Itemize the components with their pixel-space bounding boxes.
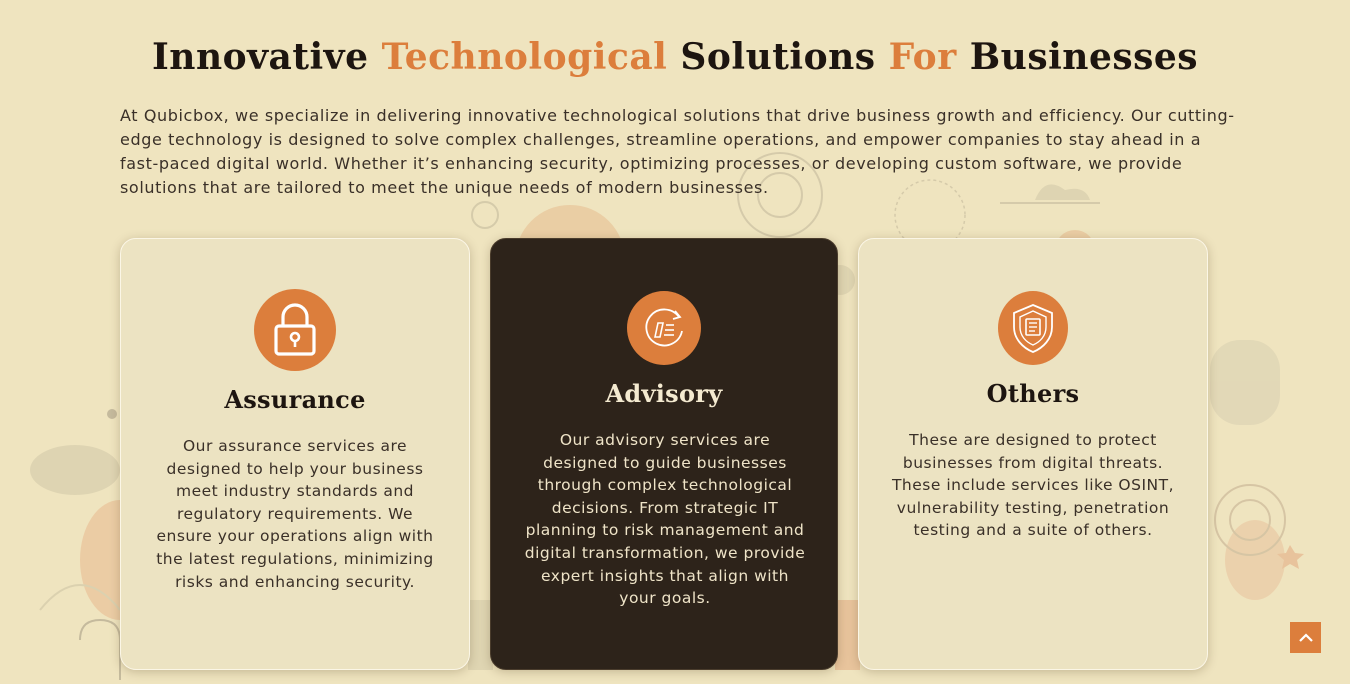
- scroll-to-top-button[interactable]: [1290, 622, 1321, 653]
- chevron-up-icon: [1298, 632, 1313, 642]
- shield-document-icon: [998, 291, 1068, 365]
- heading-word-for: For: [888, 36, 957, 78]
- lock-icon: [254, 289, 336, 371]
- card-title: Advisory: [605, 379, 723, 408]
- document-refresh-icon: [627, 291, 701, 365]
- heading-word-businesses: Businesses: [969, 36, 1199, 78]
- heading-word-solutions: Solutions: [680, 36, 876, 78]
- card-title: Assurance: [224, 385, 366, 414]
- service-card-assurance: Assurance Our assurance services are des…: [120, 238, 470, 670]
- card-description: Our assurance services are designed to h…: [156, 437, 434, 591]
- service-card-others: Others These are designed to protect bus…: [858, 238, 1208, 670]
- intro-paragraph: At Qubicbox, we specialize in delivering…: [120, 106, 1235, 197]
- heading-word-innovative: Innovative: [151, 36, 369, 78]
- card-description: Our advisory services are designed to gu…: [524, 431, 806, 608]
- service-card-advisory: Advisory Our advisory services are desig…: [490, 238, 838, 670]
- card-description: These are designed to protect businesses…: [891, 431, 1175, 540]
- heading-word-technological: Technological: [381, 36, 668, 78]
- card-title: Others: [986, 379, 1080, 408]
- section-heading: Innovative Technological Solutions For B…: [0, 36, 1350, 78]
